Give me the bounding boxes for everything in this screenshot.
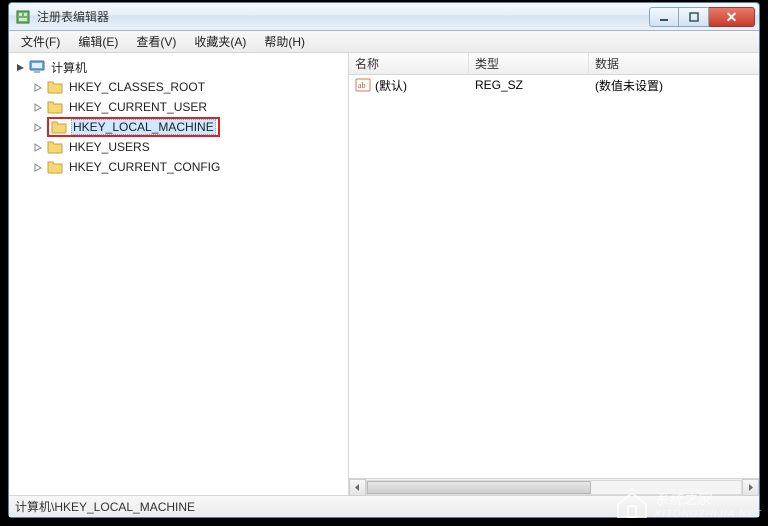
client-area: 计算机 HKEY_CLASSES_ROOT HKEY_CURRENT_USER HK… xyxy=(9,53,759,495)
tree-item-label: HKEY_CURRENT_CONFIG xyxy=(67,159,222,175)
window-title: 注册表编辑器 xyxy=(37,8,649,25)
status-path: 计算机\HKEY_LOCAL_MACHINE xyxy=(15,498,195,515)
statusbar: 计算机\HKEY_LOCAL_MACHINE xyxy=(9,495,759,517)
tree: 计算机 HKEY_CLASSES_ROOT HKEY_CURRENT_USER HK… xyxy=(11,57,346,177)
menubar: 文件(F) 编辑(E) 查看(V) 收藏夹(A) 帮助(H) xyxy=(9,31,759,53)
expander-icon[interactable] xyxy=(31,80,45,94)
tree-root-label: 计算机 xyxy=(49,58,89,77)
tree-item-label: HKEY_LOCAL_MACHINE xyxy=(71,119,216,135)
scroll-thumb[interactable] xyxy=(367,481,591,494)
folder-icon xyxy=(47,79,63,95)
horizontal-scrollbar[interactable] xyxy=(349,478,759,495)
tree-item[interactable]: HKEY_CLASSES_ROOT xyxy=(11,77,346,97)
column-header-data[interactable]: 数据 xyxy=(589,53,759,74)
menu-edit[interactable]: 编辑(E) xyxy=(70,31,126,52)
minimize-button[interactable] xyxy=(649,7,679,27)
expander-icon[interactable] xyxy=(13,60,27,74)
computer-icon xyxy=(29,59,45,75)
scroll-track[interactable] xyxy=(366,480,742,495)
list-row[interactable]: ab (默认) REG_SZ(数值未设置) xyxy=(349,75,759,95)
maximize-button[interactable] xyxy=(679,7,709,27)
tree-item[interactable]: HKEY_CURRENT_CONFIG xyxy=(11,157,346,177)
tree-item[interactable]: HKEY_CURRENT_USER xyxy=(11,97,346,117)
scroll-left-arrow[interactable] xyxy=(349,479,366,496)
value-data: (数值未设置) xyxy=(589,77,759,94)
column-header-name[interactable]: 名称 xyxy=(349,53,469,74)
app-icon xyxy=(15,9,31,25)
menu-help[interactable]: 帮助(H) xyxy=(256,31,313,52)
list-header: 名称 类型 数据 xyxy=(349,53,759,75)
tree-pane[interactable]: 计算机 HKEY_CLASSES_ROOT HKEY_CURRENT_USER HK… xyxy=(9,53,349,495)
registry-editor-window: 注册表编辑器 ✕ 文件(F) 编辑(E) 查看(V) 收藏夹(A) 帮助(H) xyxy=(8,2,760,518)
expander-icon[interactable] xyxy=(31,120,45,134)
close-button[interactable]: ✕ xyxy=(709,7,755,27)
tree-item[interactable]: HKEY_LOCAL_MACHINE xyxy=(11,117,346,137)
values-pane: 名称 类型 数据 ab (默认) REG_SZ(数值未设置) xyxy=(349,53,759,495)
list-body[interactable]: ab (默认) REG_SZ(数值未设置) xyxy=(349,75,759,478)
value-name: (默认) xyxy=(375,77,407,94)
tree-root[interactable]: 计算机 xyxy=(11,57,346,77)
tree-item-label: HKEY_USERS xyxy=(67,139,152,155)
highlight-box: HKEY_LOCAL_MACHINE xyxy=(47,117,220,137)
tree-item[interactable]: HKEY_USERS xyxy=(11,137,346,157)
value-type: REG_SZ xyxy=(469,78,589,92)
menu-view[interactable]: 查看(V) xyxy=(128,31,184,52)
svg-text:ab: ab xyxy=(358,81,366,90)
window-buttons: ✕ xyxy=(649,7,755,27)
expander-icon[interactable] xyxy=(31,160,45,174)
folder-icon xyxy=(51,119,67,135)
folder-icon xyxy=(47,99,63,115)
menu-file[interactable]: 文件(F) xyxy=(13,31,68,52)
folder-icon xyxy=(47,139,63,155)
menu-favorites[interactable]: 收藏夹(A) xyxy=(186,31,254,52)
folder-icon xyxy=(47,159,63,175)
expander-icon[interactable] xyxy=(31,100,45,114)
tree-item-label: HKEY_CLASSES_ROOT xyxy=(67,79,207,95)
scroll-right-arrow[interactable] xyxy=(742,479,759,496)
titlebar: 注册表编辑器 ✕ xyxy=(9,3,759,31)
tree-item-label: HKEY_CURRENT_USER xyxy=(67,99,209,115)
string-value-icon: ab xyxy=(355,77,371,93)
column-header-type[interactable]: 类型 xyxy=(469,53,589,74)
expander-icon[interactable] xyxy=(31,140,45,154)
